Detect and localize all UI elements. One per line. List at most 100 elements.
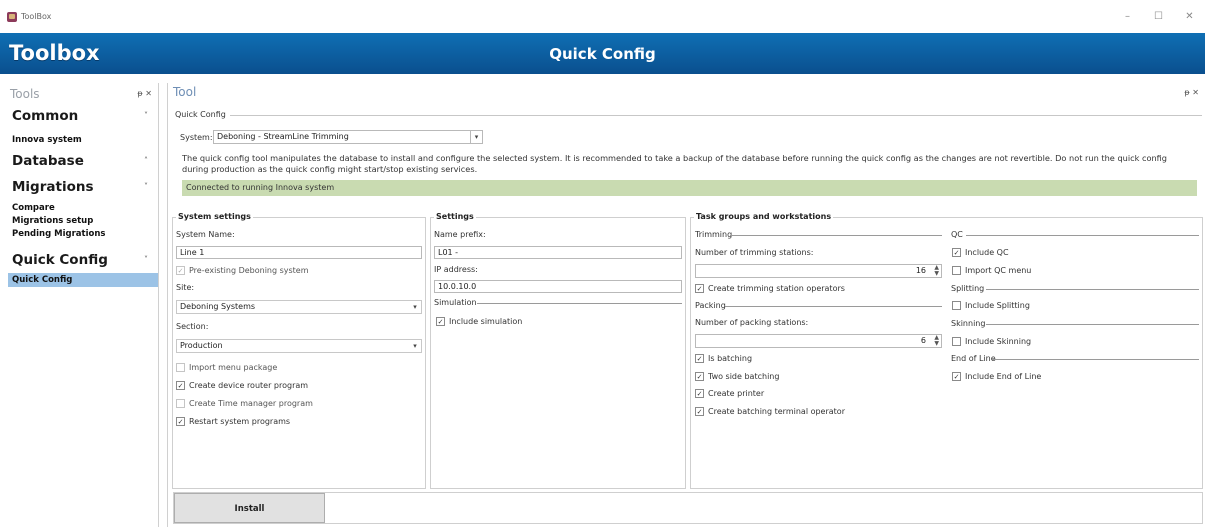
restart-checkbox[interactable]: ✓ Restart system programs: [176, 417, 290, 426]
simulation-heading: Simulation: [434, 298, 477, 307]
batching-operator-checkbox[interactable]: ✓ Create batching terminal operator: [695, 407, 845, 416]
include-end-of-line-label: Include End of Line: [965, 372, 1042, 381]
checkbox-box: ✓: [952, 248, 961, 257]
system-name-label: System Name:: [176, 230, 235, 239]
packing-count-label: Number of packing stations:: [695, 318, 809, 327]
close-button[interactable]: ✕: [1174, 10, 1205, 23]
restart-label: Restart system programs: [189, 417, 291, 426]
group-database[interactable]: Database ˄: [8, 150, 158, 172]
maximize-button[interactable]: ☐: [1143, 10, 1174, 23]
checkbox-box: [176, 363, 185, 372]
system-settings-title: System settings: [176, 212, 253, 221]
preexisting-label: Pre-existing Deboning system: [189, 266, 309, 275]
group-quick-config-label: Quick Config: [12, 252, 108, 268]
qc-heading: QC: [951, 230, 963, 239]
chevron-down-icon[interactable]: ▾: [470, 131, 482, 143]
checkbox-box: ✓: [695, 389, 704, 398]
checkbox-box: ✓: [952, 372, 961, 381]
chevron-down-icon[interactable]: ˅: [144, 111, 148, 120]
chevron-down-icon[interactable]: ˅: [144, 255, 148, 264]
device-router-label: Create device router program: [189, 381, 309, 390]
ip-address-label: IP address:: [434, 265, 478, 274]
spinner-arrows-icon[interactable]: ▲ ▼: [934, 335, 939, 347]
include-simulation-checkbox[interactable]: ✓ Include simulation: [436, 317, 522, 326]
install-button[interactable]: Install: [174, 493, 325, 523]
window-title: ToolBox: [21, 12, 52, 21]
sidebar-pin-close-icons[interactable]: ᵽ ✕: [137, 89, 152, 98]
trimming-operators-label: Create trimming station operators: [708, 284, 845, 293]
system-label: System:: [180, 133, 213, 142]
include-skinning-checkbox[interactable]: Include Skinning: [952, 337, 1031, 346]
sidebar-item-compare[interactable]: Compare: [12, 203, 55, 213]
description-text: The quick config tool manipulates the da…: [182, 153, 1168, 174]
preexisting-checkbox: ✓ Pre-existing Deboning system: [176, 266, 309, 275]
chevron-down-icon[interactable]: ▾: [409, 340, 421, 352]
sidebar-item-migrations-setup[interactable]: Migrations setup: [12, 216, 93, 226]
checkbox-box: ✓: [176, 266, 185, 275]
minimize-button[interactable]: –: [1112, 10, 1143, 23]
two-side-batching-checkbox[interactable]: ✓ Two side batching: [695, 372, 779, 381]
import-menu-label: Import menu package: [189, 363, 278, 372]
include-qc-checkbox[interactable]: ✓ Include QC: [952, 248, 1009, 257]
trimming-heading: Trimming: [695, 230, 733, 239]
time-manager-label: Create Time manager program: [189, 399, 313, 408]
import-qc-menu-label: Import QC menu: [965, 266, 1032, 275]
tool-pin-close-icons[interactable]: ᵽ ✕: [1184, 88, 1199, 97]
sidebar-item-pending-migrations[interactable]: Pending Migrations: [12, 229, 105, 239]
name-prefix-input[interactable]: L01 -: [434, 246, 682, 259]
group-migrations-label: Migrations: [12, 179, 94, 195]
checkbox-box: ✓: [176, 381, 185, 390]
import-qc-menu-checkbox[interactable]: Import QC menu: [952, 266, 1031, 275]
tools-sidebar: Tools ᵽ ✕ Common ˅ Innova system Databas…: [8, 83, 159, 527]
checkbox-box: [952, 301, 961, 310]
checkbox-box: ✓: [695, 407, 704, 416]
packing-heading: Packing: [695, 301, 726, 310]
name-prefix-label: Name prefix:: [434, 230, 486, 239]
system-select[interactable]: Deboning - StreamLine Trimming ▾: [213, 130, 483, 144]
chevron-up-icon[interactable]: ˄: [144, 156, 148, 165]
chevron-down-icon[interactable]: ▾: [409, 301, 421, 313]
time-manager-checkbox: Create Time manager program: [176, 399, 313, 408]
include-end-of-line-checkbox[interactable]: ✓ Include End of Line: [952, 372, 1041, 381]
checkbox-box: [952, 266, 961, 275]
two-side-batching-label: Two side batching: [708, 372, 780, 381]
group-migrations[interactable]: Migrations ˅: [8, 176, 158, 198]
include-skinning-label: Include Skinning: [965, 337, 1032, 346]
is-batching-label: Is batching: [708, 354, 753, 363]
ip-address-input[interactable]: 10.0.10.0: [434, 280, 682, 293]
page-title: Quick Config: [549, 45, 656, 63]
site-select[interactable]: Deboning Systems ▾: [176, 300, 422, 314]
include-splitting-label: Include Splitting: [965, 301, 1030, 310]
is-batching-checkbox[interactable]: ✓ Is batching: [695, 354, 752, 363]
trimming-count-spinner[interactable]: 16 ▲ ▼: [695, 264, 942, 278]
trimming-count-value: 16: [915, 266, 926, 275]
window-titlebar: ToolBox – ☐ ✕: [0, 0, 1205, 33]
group-quick-config[interactable]: Quick Config ˅: [8, 249, 158, 271]
include-splitting-checkbox[interactable]: Include Splitting: [952, 301, 1030, 310]
sidebar-item-innova-system[interactable]: Innova system: [12, 135, 82, 145]
fieldset-border: [230, 115, 1202, 116]
checkbox-box: ✓: [695, 354, 704, 363]
section-select[interactable]: Production ▾: [176, 339, 422, 353]
create-printer-checkbox[interactable]: ✓ Create printer: [695, 389, 764, 398]
sidebar-title: Tools: [10, 87, 40, 101]
spinner-arrows-icon[interactable]: ▲ ▼: [934, 265, 939, 277]
tool-pane-title: Tool: [173, 85, 197, 99]
divider: [966, 235, 1199, 236]
task-groups-title: Task groups and workstations: [694, 212, 834, 221]
skinning-heading: Skinning: [951, 319, 986, 328]
sidebar-item-quick-config[interactable]: Quick Config: [8, 273, 158, 287]
divider: [992, 359, 1199, 360]
checkbox-box: [176, 399, 185, 408]
checkbox-box: [952, 337, 961, 346]
import-menu-checkbox: Import menu package: [176, 363, 277, 372]
section-label: Section:: [176, 322, 209, 331]
chevron-down-icon[interactable]: ˅: [144, 182, 148, 191]
device-router-checkbox[interactable]: ✓ Create device router program: [176, 381, 308, 390]
settings-title: Settings: [434, 212, 476, 221]
trimming-operators-checkbox[interactable]: ✓ Create trimming station operators: [695, 284, 845, 293]
group-common[interactable]: Common ˅: [8, 105, 158, 127]
quick-config-legend: Quick Config: [175, 110, 226, 119]
system-name-input[interactable]: Line 1: [176, 246, 422, 259]
packing-count-spinner[interactable]: 6 ▲ ▼: [695, 334, 942, 348]
